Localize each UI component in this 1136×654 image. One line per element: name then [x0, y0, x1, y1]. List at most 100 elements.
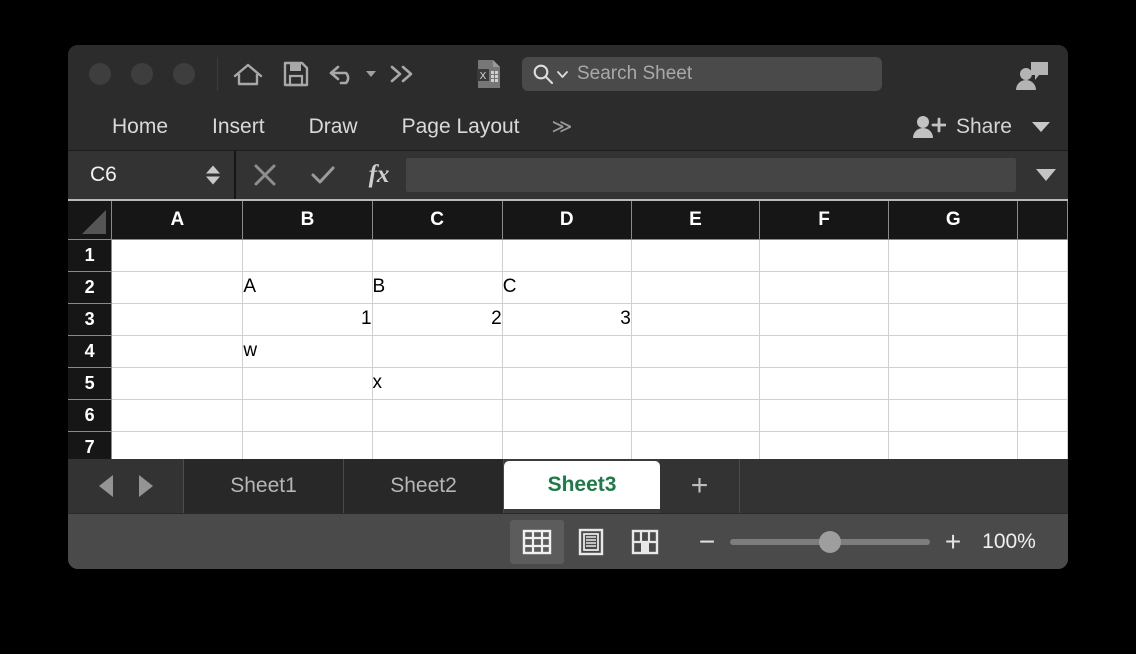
add-sheet-button[interactable]: +: [660, 459, 740, 513]
column-header-h[interactable]: [1017, 201, 1068, 240]
cell-E1[interactable]: [631, 239, 761, 272]
maximize-button[interactable]: [173, 63, 195, 85]
cell-F3[interactable]: [759, 303, 890, 336]
cell-F1[interactable]: [759, 239, 890, 272]
row-header-1[interactable]: 1: [68, 239, 113, 272]
name-box[interactable]: C6: [68, 151, 236, 199]
formula-expand-chevron-down-icon[interactable]: [1024, 169, 1068, 181]
cell-D5[interactable]: [502, 367, 632, 400]
cell-C6[interactable]: [372, 399, 503, 432]
cell-C5[interactable]: x: [372, 367, 503, 400]
cell-D1[interactable]: [502, 239, 632, 272]
cell-D4[interactable]: [502, 335, 632, 368]
cell-A4[interactable]: [111, 335, 244, 368]
cell-F2[interactable]: [759, 271, 890, 304]
home-icon[interactable]: [226, 53, 270, 95]
cell-C2[interactable]: B: [372, 271, 503, 304]
page-layout-view-icon[interactable]: [564, 520, 618, 564]
normal-view-icon[interactable]: [510, 519, 564, 564]
comments-icon[interactable]: [1012, 59, 1052, 93]
search-input[interactable]: Search Sheet: [522, 57, 882, 91]
cell-E4[interactable]: [631, 335, 761, 368]
cell-G2[interactable]: [888, 271, 1019, 304]
cell-F6[interactable]: [759, 399, 890, 432]
cell-H7[interactable]: [1017, 431, 1068, 459]
column-header-f[interactable]: F: [759, 201, 890, 240]
cell-B1[interactable]: [242, 239, 373, 272]
cell-A7[interactable]: [111, 431, 244, 459]
undo-dropdown-icon[interactable]: [366, 71, 376, 77]
cell-C1[interactable]: [372, 239, 503, 272]
sheet-tab-sheet3[interactable]: Sheet3: [504, 461, 660, 509]
cell-D6[interactable]: [502, 399, 632, 432]
name-box-stepper[interactable]: [206, 165, 220, 185]
page-break-view-icon[interactable]: [618, 520, 672, 564]
ribbon-collapse-chevron-down-icon[interactable]: [1032, 121, 1050, 132]
cell-B7[interactable]: [242, 431, 373, 459]
cell-H2[interactable]: [1017, 271, 1068, 304]
cell-G6[interactable]: [888, 399, 1019, 432]
cell-C4[interactable]: [372, 335, 503, 368]
cell-A3[interactable]: [111, 303, 244, 336]
tab-insert[interactable]: Insert: [190, 103, 287, 151]
column-header-e[interactable]: E: [631, 201, 761, 240]
save-icon[interactable]: [274, 53, 318, 95]
zoom-in-button[interactable]: +: [936, 526, 970, 558]
ribbon-overflow-icon[interactable]: ≫: [542, 114, 583, 139]
chevron-right-icon[interactable]: [138, 475, 153, 497]
stepper-up-icon[interactable]: [206, 165, 220, 174]
zoom-out-button[interactable]: −: [690, 526, 724, 558]
cell-H3[interactable]: [1017, 303, 1068, 336]
cell-H1[interactable]: [1017, 239, 1068, 272]
cell-B3[interactable]: 1: [242, 303, 373, 336]
select-all-button[interactable]: [68, 201, 113, 240]
cell-E2[interactable]: [631, 271, 761, 304]
cell-E5[interactable]: [631, 367, 761, 400]
cell-B2[interactable]: A: [242, 271, 373, 304]
cell-G1[interactable]: [888, 239, 1019, 272]
cell-C3[interactable]: 2: [372, 303, 503, 336]
column-header-d[interactable]: D: [502, 201, 632, 240]
cell-A1[interactable]: [111, 239, 244, 272]
column-header-b[interactable]: B: [242, 201, 373, 240]
zoom-slider[interactable]: [730, 530, 930, 553]
tab-draw[interactable]: Draw: [287, 103, 380, 151]
cell-F7[interactable]: [759, 431, 890, 459]
cell-G3[interactable]: [888, 303, 1019, 336]
cell-E6[interactable]: [631, 399, 761, 432]
cell-B5[interactable]: [242, 367, 373, 400]
chevron-left-icon[interactable]: [98, 475, 113, 497]
confirm-icon[interactable]: [294, 151, 352, 199]
row-header-3[interactable]: 3: [68, 303, 113, 336]
tab-home[interactable]: Home: [90, 103, 190, 151]
row-header-5[interactable]: 5: [68, 367, 113, 400]
cell-D7[interactable]: [502, 431, 632, 459]
share-label[interactable]: Share: [956, 115, 1012, 139]
row-header-4[interactable]: 4: [68, 335, 113, 368]
sheet-tab-sheet1[interactable]: Sheet1: [184, 459, 344, 513]
cell-A6[interactable]: [111, 399, 244, 432]
minimize-button[interactable]: [131, 63, 153, 85]
cell-B4[interactable]: w: [242, 335, 373, 368]
cell-H5[interactable]: [1017, 367, 1068, 400]
column-header-c[interactable]: C: [372, 201, 503, 240]
cell-G5[interactable]: [888, 367, 1019, 400]
stepper-down-icon[interactable]: [206, 176, 220, 185]
zoom-slider-thumb[interactable]: [819, 530, 841, 553]
cell-C7[interactable]: [372, 431, 503, 459]
cell-E3[interactable]: [631, 303, 761, 336]
cell-F5[interactable]: [759, 367, 890, 400]
cell-F4[interactable]: [759, 335, 890, 368]
function-icon[interactable]: fx: [352, 161, 406, 189]
column-header-g[interactable]: G: [888, 201, 1019, 240]
row-header-6[interactable]: 6: [68, 399, 113, 432]
formula-input[interactable]: [406, 158, 1016, 192]
sheet-tab-sheet2[interactable]: Sheet2: [344, 459, 504, 513]
spreadsheet-grid[interactable]: A B C D E F G 12ABC31234w5x67: [68, 201, 1068, 459]
cell-G4[interactable]: [888, 335, 1019, 368]
row-header-7[interactable]: 7: [68, 431, 113, 459]
cell-A2[interactable]: [111, 271, 244, 304]
cell-B6[interactable]: [242, 399, 373, 432]
cell-D3[interactable]: 3: [502, 303, 632, 336]
cell-A5[interactable]: [111, 367, 244, 400]
